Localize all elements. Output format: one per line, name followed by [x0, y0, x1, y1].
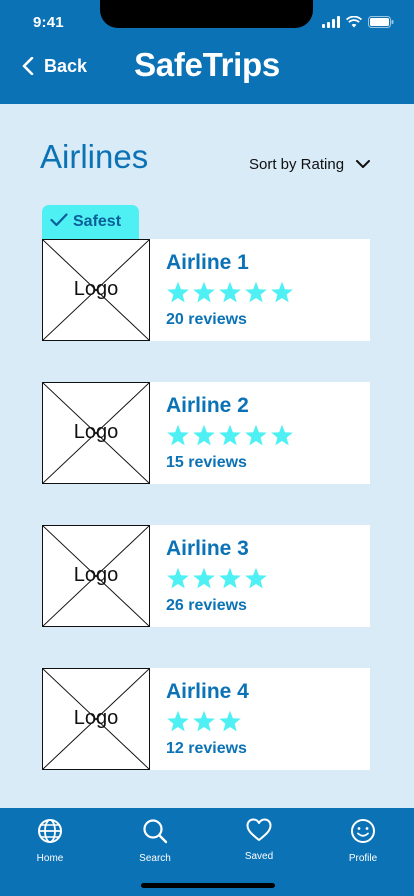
tab-saved[interactable]: Saved: [219, 818, 299, 862]
battery-icon: [368, 16, 394, 28]
tab-saved-label: Saved: [244, 851, 274, 862]
status-icons: [322, 14, 394, 30]
star-icon: [193, 424, 215, 446]
star-icon: [219, 281, 241, 303]
airline-name: Airline 1: [166, 251, 249, 274]
tab-profile[interactable]: Profile: [323, 818, 403, 864]
star-icon: [193, 281, 215, 303]
star-icon: [193, 567, 215, 589]
search-icon: [143, 819, 168, 844]
safest-badge: Safest: [42, 205, 139, 240]
star-icon: [167, 567, 189, 589]
tab-search-label: Search: [139, 853, 171, 864]
airline-card[interactable]: Logo Airline 3 26 reviews: [42, 525, 370, 627]
airline-logo-placeholder: Logo: [42, 382, 150, 484]
signal-icon: [322, 16, 340, 28]
logo-label: Logo: [73, 707, 119, 729]
airline-logo-placeholder: Logo: [42, 525, 150, 627]
review-count: 20 reviews: [166, 311, 247, 328]
star-rating: [166, 424, 294, 447]
star-icon: [219, 424, 241, 446]
review-count: 26 reviews: [166, 597, 247, 614]
airline-name: Airline 4: [166, 680, 249, 703]
chevron-down-icon: [356, 160, 371, 168]
star-icon: [245, 424, 267, 446]
tab-home[interactable]: Home: [10, 818, 90, 864]
airline-name: Airline 2: [166, 394, 249, 417]
star-icon: [193, 710, 215, 732]
tab-home-label: Home: [36, 853, 64, 864]
app-title: SafeTrips: [134, 46, 280, 83]
sort-dropdown[interactable]: Sort by Rating: [249, 156, 371, 173]
star-rating: [166, 567, 268, 590]
logo-label: Logo: [73, 421, 119, 443]
airline-card[interactable]: Logo Airline 4 12 reviews: [42, 668, 370, 770]
airline-logo-placeholder: Logo: [42, 668, 150, 770]
safest-badge-label: Safest: [73, 213, 122, 230]
star-icon: [271, 424, 293, 446]
page-title: Airlines: [40, 138, 149, 175]
star-icon: [167, 424, 189, 446]
star-rating: [166, 281, 294, 304]
star-icon: [167, 281, 189, 303]
status-time: 9:41: [33, 14, 64, 31]
airline-logo-placeholder: Logo: [42, 239, 150, 341]
sort-label: Sort by Rating: [249, 156, 345, 173]
star-icon: [245, 567, 267, 589]
heart-icon: [246, 818, 272, 841]
airline-name: Airline 3: [166, 537, 249, 560]
star-icon: [219, 567, 241, 589]
airline-card[interactable]: Logo Airline 1 20 reviews: [42, 239, 370, 341]
airline-card[interactable]: Logo Airline 2 15 reviews: [42, 382, 370, 484]
home-indicator: [141, 883, 275, 888]
globe-icon: [38, 819, 62, 843]
star-icon: [245, 281, 267, 303]
review-count: 15 reviews: [166, 454, 247, 471]
star-icon: [219, 710, 241, 732]
star-icon: [167, 710, 189, 732]
logo-label: Logo: [73, 278, 119, 300]
star-rating: [166, 710, 242, 733]
tab-profile-label: Profile: [348, 853, 378, 864]
star-icon: [271, 281, 293, 303]
logo-label: Logo: [73, 564, 119, 586]
tab-search[interactable]: Search: [115, 818, 195, 864]
app-header: 9:41 Back SafeTrips: [0, 0, 414, 104]
wifi-icon: [346, 16, 362, 28]
smiley-icon: [351, 819, 375, 843]
review-count: 12 reviews: [166, 740, 247, 757]
checkmark-icon: [50, 213, 68, 227]
device-notch: [100, 0, 313, 28]
